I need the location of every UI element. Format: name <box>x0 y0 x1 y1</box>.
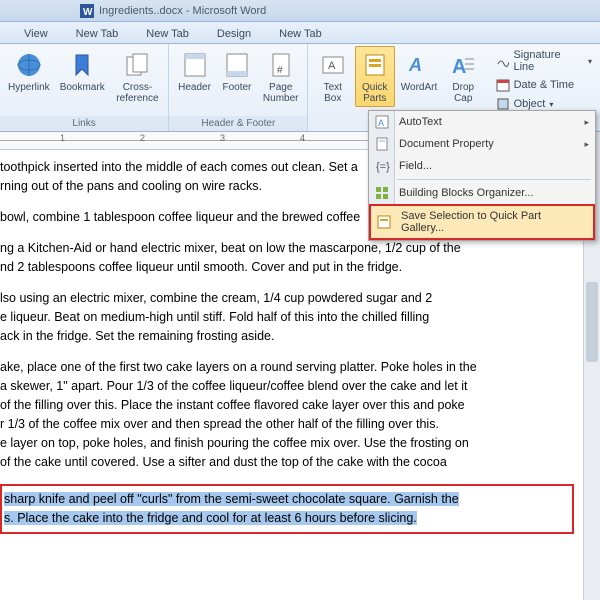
tab-design[interactable]: Design <box>203 25 265 43</box>
svg-text:#: # <box>277 65 283 76</box>
docprop-icon <box>373 135 391 153</box>
signature-icon <box>496 54 510 68</box>
ribbon-tabs: View New Tab New Tab Design New Tab <box>0 22 600 44</box>
dropcap-icon: A <box>447 49 479 81</box>
signature-line-button[interactable]: Signature Line ▾ <box>494 48 594 74</box>
title-bar: W Ingredients..docx - Microsoft Word <box>0 0 600 22</box>
crossref-button[interactable]: Cross-reference <box>111 46 164 107</box>
quick-parts-dropdown: A AutoText Document Property {=} Field..… <box>368 110 596 241</box>
menu-building-blocks[interactable]: Building Blocks Organizer... <box>369 182 595 204</box>
hyperlink-button[interactable]: Hyperlink <box>4 46 54 96</box>
quick-parts-button[interactable]: Quick Parts <box>355 46 395 107</box>
object-icon <box>496 97 510 111</box>
textbox-icon: A <box>317 49 349 81</box>
dropcap-button[interactable]: A Drop Cap <box>443 46 483 107</box>
page-number-icon: # <box>265 49 297 81</box>
svg-text:W: W <box>83 7 93 18</box>
header-button[interactable]: Header <box>174 46 215 96</box>
autotext-icon: A <box>373 113 391 131</box>
field-icon: {=} <box>373 157 391 175</box>
wordart-button[interactable]: A WordArt <box>397 46 442 96</box>
menu-field[interactable]: {=} Field... <box>369 155 595 177</box>
date-time-button[interactable]: Date & Time <box>494 77 594 93</box>
footer-button[interactable]: Footer <box>217 46 257 96</box>
page-number-button[interactable]: # Page Number <box>259 46 303 107</box>
globe-icon <box>13 49 45 81</box>
svg-text:A: A <box>452 56 466 78</box>
svg-text:{=}: {=} <box>376 161 390 173</box>
svg-text:A: A <box>328 60 336 72</box>
menu-autotext[interactable]: A AutoText <box>369 111 595 133</box>
save-gallery-icon <box>375 213 393 231</box>
menu-save-selection[interactable]: Save Selection to Quick Part Gallery... <box>369 204 595 240</box>
textbox-button[interactable]: A Text Box <box>313 46 353 107</box>
tab-new3[interactable]: New Tab <box>265 25 336 43</box>
header-icon <box>179 49 211 81</box>
menu-document-property[interactable]: Document Property <box>369 133 595 155</box>
svg-text:A: A <box>378 118 384 128</box>
quick-parts-icon <box>359 49 391 81</box>
window-title: Ingredients..docx - Microsoft Word <box>99 5 266 17</box>
calendar-icon <box>496 78 510 92</box>
bookmark-icon <box>66 49 98 81</box>
tab-new2[interactable]: New Tab <box>132 25 203 43</box>
tab-new1[interactable]: New Tab <box>62 25 133 43</box>
wordart-icon: A <box>403 49 435 81</box>
tab-view[interactable]: View <box>10 25 62 43</box>
blocks-icon <box>373 184 391 202</box>
scroll-thumb[interactable] <box>586 282 598 362</box>
ribbon-group-links: Hyperlink Bookmark Cross-reference Links <box>0 44 169 131</box>
bookmark-button[interactable]: Bookmark <box>56 46 109 96</box>
menu-separator <box>397 179 591 180</box>
crossref-icon <box>121 49 153 81</box>
selected-text-highlight: sharp knife and peel off "curls" from th… <box>0 484 574 534</box>
word-icon: W <box>80 4 94 18</box>
ribbon-group-header-footer: Header Footer # Page Number Header & Foo… <box>169 44 308 131</box>
footer-icon <box>221 49 253 81</box>
svg-text:A: A <box>408 55 422 75</box>
